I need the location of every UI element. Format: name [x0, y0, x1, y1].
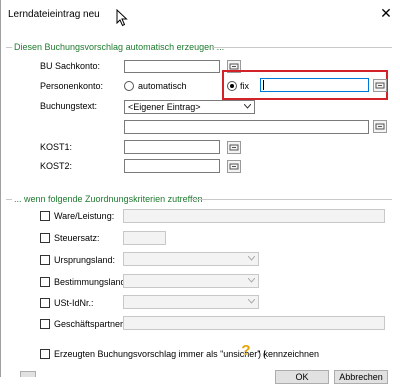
group2-line-right — [192, 199, 392, 200]
buchungstext-lookup-button[interactable] — [373, 120, 387, 133]
steuersatz-input[interactable] — [123, 231, 166, 245]
bu-sachkonto-label: BU Sachkonto: — [40, 61, 101, 71]
unsicher-label-after: ) kennzeichnen — [258, 349, 320, 359]
ust-idnr-label: USt-IdNr.: — [54, 298, 94, 308]
lookup-icon — [375, 123, 385, 130]
checkbox-steuersatz[interactable] — [40, 233, 50, 243]
kost1-lookup-button[interactable] — [227, 141, 241, 154]
help-button[interactable] — [20, 371, 36, 377]
checkbox-ursprungsland[interactable] — [40, 255, 50, 265]
close-icon[interactable]: ✕ — [378, 5, 394, 21]
ok-button[interactable]: OK — [275, 370, 329, 384]
group1-line-left — [6, 47, 12, 48]
personenkonto-fix-input[interactable] — [260, 78, 369, 92]
text-caret — [263, 80, 264, 90]
kost1-input[interactable] — [124, 140, 220, 154]
cancel-button[interactable]: Abbrechen — [334, 370, 388, 384]
kost2-input[interactable] — [124, 159, 220, 173]
group2-title: ... wenn folgende Zuordnungskriterien zu… — [14, 194, 203, 204]
radio-fix[interactable] — [227, 81, 237, 91]
chevron-down-icon — [244, 104, 251, 109]
chevron-down-icon — [248, 299, 255, 304]
radio-fix-label: fix — [240, 81, 249, 91]
help-icon: ? — [241, 342, 251, 359]
lookup-icon — [229, 163, 239, 170]
chevron-down-icon — [248, 278, 255, 283]
radio-automatisch[interactable] — [124, 81, 134, 91]
ware-leistung-label: Ware/Leistung: — [54, 211, 115, 221]
chevron-down-icon — [248, 256, 255, 261]
buchungstext-selected-value: <Eigener Eintrag> — [128, 102, 201, 112]
bestimmungsland-label: Bestimmungsland: — [54, 277, 129, 287]
kost2-lookup-button[interactable] — [227, 160, 241, 173]
geschaeftspartner-input[interactable] — [123, 316, 385, 330]
group1-title: Diesen Buchungsvorschlag automatisch erz… — [14, 42, 225, 52]
buchungstext-input[interactable] — [124, 120, 369, 134]
ware-leistung-input[interactable] — [123, 209, 385, 223]
checkbox-ust-idnr[interactable] — [40, 298, 50, 308]
personenkonto-lookup-button[interactable] — [373, 79, 387, 92]
kost2-label: KOST2: — [40, 161, 73, 171]
group1-line-right — [212, 47, 392, 48]
buchungstext-select[interactable]: <Eigener Eintrag> — [124, 100, 255, 114]
lookup-icon — [229, 144, 239, 151]
kost1-label: KOST1: — [40, 142, 73, 152]
group2-line-left — [6, 199, 12, 200]
mouse-cursor-icon — [116, 9, 128, 27]
dialog-title: Lerndateieintrag neu — [8, 9, 100, 20]
steuersatz-label: Steuersatz: — [54, 233, 100, 243]
checkbox-geschaeftspartner[interactable] — [40, 319, 50, 329]
checkbox-ware-leistung[interactable] — [40, 211, 50, 221]
unsicher-label-before: Erzeugten Buchungsvorschlag immer als "u… — [54, 349, 266, 359]
ust-idnr-select[interactable] — [123, 295, 259, 309]
buchungstext-label: Buchungstext: — [40, 101, 98, 111]
bu-sachkonto-input[interactable] — [124, 60, 220, 73]
ursprungsland-label: Ursprungsland: — [54, 255, 116, 265]
checkbox-bestimmungsland[interactable] — [40, 277, 50, 287]
bestimmungsland-select[interactable] — [123, 274, 259, 288]
geschaeftspartner-label: Geschäftspartner: — [54, 319, 126, 329]
personenkonto-label: Personenkonto: — [40, 81, 104, 91]
lookup-icon — [375, 82, 385, 89]
radio-automatisch-label: automatisch — [138, 81, 187, 91]
ursprungsland-select[interactable] — [123, 252, 259, 266]
checkbox-unsicher[interactable] — [40, 349, 50, 359]
